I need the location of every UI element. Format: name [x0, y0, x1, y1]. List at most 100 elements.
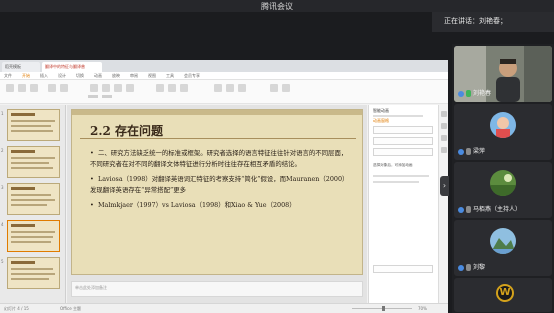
- menu-tools[interactable]: 工具: [166, 73, 174, 79]
- pane-header: 智能动画: [373, 108, 389, 113]
- arrange-icon[interactable]: [270, 84, 278, 92]
- slide-title: 2.2 存在问题: [90, 124, 164, 138]
- ppt-tab-strip: 稻壳模板 翻译中的特征与翻译普遍.pptx: [0, 60, 448, 79]
- find-icon[interactable]: [282, 84, 290, 92]
- participant-tile[interactable]: 刘黎: [454, 220, 552, 276]
- thumb-number: 4: [1, 222, 4, 227]
- help-icon[interactable]: [441, 147, 447, 153]
- textbox-icon[interactable]: [238, 84, 246, 92]
- participant-name-row: 梁萍: [458, 147, 485, 157]
- participant-list: 刘艳春 梁萍 马栢燕（主持人） 刘黎 W: [452, 44, 554, 313]
- slide-divider: [80, 138, 356, 139]
- bold-icon[interactable]: [90, 84, 98, 92]
- slide-thumbnail[interactable]: [7, 257, 60, 289]
- shared-screen: 稻壳模板 翻译中的特征与翻译普遍.pptx 文件 开始 插入 设计 切换 动画 …: [0, 60, 448, 313]
- pane-link[interactable]: 动画窗格: [373, 118, 389, 124]
- menu-animation[interactable]: 动画: [94, 73, 102, 79]
- tab-presentation[interactable]: 翻译中的特征与翻译普遍.pptx: [42, 62, 102, 79]
- zoom-slider-handle[interactable]: [382, 306, 385, 311]
- menu-design[interactable]: 设计: [58, 73, 66, 79]
- slide-bullet: • Laviosa（1998）对翻译英语词汇特征的考察支持“简化”假设，而Maur…: [90, 175, 346, 194]
- underline-icon[interactable]: [114, 84, 122, 92]
- new-slide-icon[interactable]: [48, 84, 56, 92]
- mic-on-icon[interactable]: [466, 90, 471, 97]
- italic-icon[interactable]: [102, 84, 110, 92]
- mic-icon[interactable]: [466, 206, 471, 213]
- menu-file[interactable]: 文件: [4, 73, 12, 79]
- menu-review[interactable]: 审阅: [130, 73, 138, 79]
- slide-bullet: • 二、研究方法缺乏统一的标准或框架。研究者选择的语言特征往往针对语言的不同层面，…: [90, 149, 348, 168]
- menu-member[interactable]: 会员专享: [184, 73, 200, 79]
- cut-icon[interactable]: [18, 84, 26, 92]
- participant-name-row: 马栢燕（主持人）: [458, 205, 521, 215]
- menu-view[interactable]: 视图: [148, 73, 156, 79]
- copy-icon[interactable]: [30, 84, 38, 92]
- participant-name-row: 刘黎: [458, 263, 485, 273]
- menu-home[interactable]: 开始: [22, 73, 30, 79]
- ppt-menubar: 文件 开始 插入 设计 切换 动画 放映 审阅 视图 工具 会员专享: [0, 72, 448, 80]
- pane-dropdown[interactable]: [373, 126, 433, 134]
- font-name-box[interactable]: [88, 95, 98, 98]
- slide-decor-band: [72, 110, 362, 115]
- ppt-toolbar: [0, 80, 448, 104]
- pane-play-button[interactable]: [373, 265, 433, 273]
- mic-icon[interactable]: [466, 264, 471, 271]
- style-icon[interactable]: [441, 123, 447, 129]
- align-right-icon[interactable]: [180, 84, 188, 92]
- pane-divider: [373, 175, 429, 177]
- menu-transition[interactable]: 切换: [76, 73, 84, 79]
- participant-tile[interactable]: W: [454, 278, 552, 312]
- settings-icon[interactable]: [441, 135, 447, 141]
- slide-canvas: 2.2 存在问题 • 二、研究方法缺乏统一的标准或框架。研究者选择的语言特征往往针…: [67, 105, 367, 303]
- pane-dropdown[interactable]: [373, 137, 433, 145]
- current-slide[interactable]: 2.2 存在问题 • 二、研究方法缺乏统一的标准或框架。研究者选择的语言特征往往针…: [71, 109, 363, 275]
- thumb-number: 3: [1, 185, 4, 190]
- participant-name-row: 刘艳春: [458, 89, 491, 99]
- bullet-icon: •: [90, 175, 94, 183]
- mic-icon[interactable]: [466, 148, 471, 155]
- avatar: [490, 228, 516, 254]
- layout-icon[interactable]: [60, 84, 68, 92]
- w-logo: W: [496, 284, 514, 302]
- slide-body: • 二、研究方法缺乏统一的标准或框架。研究者选择的语言特征往往针对语言的不同层面，…: [90, 148, 348, 215]
- participant-tile[interactable]: 梁萍: [454, 104, 552, 160]
- avatar: [490, 170, 516, 196]
- slide-thumbnail[interactable]: [7, 109, 60, 141]
- task-pane: 智能动画 动画窗格 选择对象后，可添加动画: [368, 105, 438, 303]
- zoom-level[interactable]: 70%: [418, 306, 427, 311]
- user-icon: [458, 148, 464, 155]
- title-bar: 腾讯会议: [0, 0, 554, 12]
- align-left-icon[interactable]: [156, 84, 164, 92]
- slide-counter: 幻灯片 4 / 15: [4, 306, 29, 311]
- slide-thumbnail-panel[interactable]: 1 2 3 4 5: [0, 105, 66, 303]
- slide-thumbnail[interactable]: [7, 146, 60, 178]
- user-icon: [458, 264, 464, 271]
- participant-tile[interactable]: 刘艳春: [454, 46, 552, 102]
- align-center-icon[interactable]: [168, 84, 176, 92]
- font-color-icon[interactable]: [126, 84, 134, 92]
- menu-slideshow[interactable]: 放映: [112, 73, 120, 79]
- thumb-number: 5: [1, 259, 4, 264]
- font-size-box[interactable]: [102, 95, 112, 98]
- slide-thumbnail[interactable]: [7, 183, 60, 215]
- active-speaker-banner: 正在讲话：刘艳春；: [432, 12, 554, 32]
- tab-template[interactable]: 稻壳模板: [2, 62, 40, 72]
- collapse-sidebar-button[interactable]: ›: [440, 176, 449, 196]
- paste-icon[interactable]: [6, 84, 14, 92]
- slide-thumbnail-active[interactable]: [7, 220, 60, 252]
- notes-area[interactable]: 单击此处添加备注: [71, 281, 363, 297]
- right-tool-strip: [438, 105, 448, 303]
- shape-icon[interactable]: [214, 84, 222, 92]
- slide-bullet: • Malmkjaer（1997）vs Laviosa（1998）和Xiao & …: [90, 201, 296, 209]
- animation-icon[interactable]: [441, 111, 447, 117]
- theme-name: Office 主题: [60, 306, 81, 311]
- bullet-icon: •: [90, 149, 94, 157]
- picture-icon[interactable]: [226, 84, 234, 92]
- pane-divider: [373, 115, 423, 117]
- pane-dropdown[interactable]: [373, 148, 433, 156]
- menu-insert[interactable]: 插入: [40, 73, 48, 79]
- app-title: 腾讯会议: [261, 2, 293, 11]
- speaker-label: 正在讲话：刘艳春；: [444, 17, 507, 25]
- user-icon: [458, 90, 464, 97]
- participant-tile[interactable]: 马栢燕（主持人）: [454, 162, 552, 218]
